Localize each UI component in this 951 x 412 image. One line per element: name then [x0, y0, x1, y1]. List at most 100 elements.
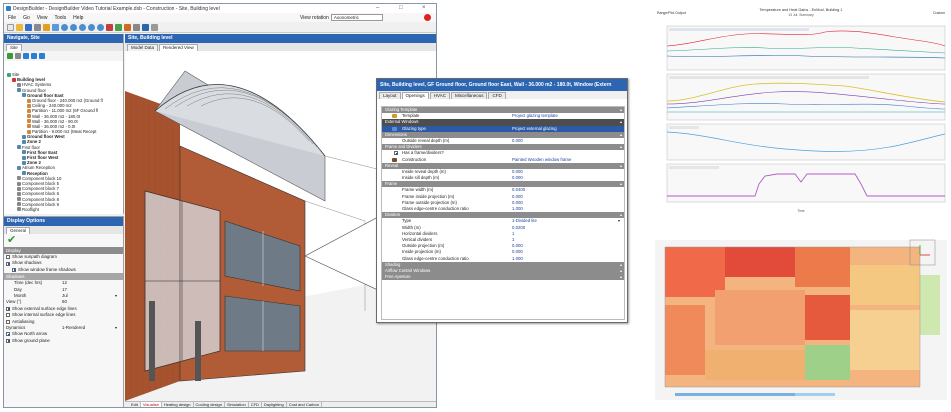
dynamics-dropdown-icon[interactable]: ▾ — [115, 325, 117, 331]
sunpath-checkbox[interactable] — [6, 255, 10, 260]
tree-node-icon — [27, 124, 31, 129]
apply-check-icon[interactable]: ✔ — [4, 234, 123, 247]
remove-icon[interactable] — [15, 53, 21, 59]
bottom-tab[interactable]: Daylighting — [262, 402, 287, 407]
tree-node-icon — [17, 186, 21, 191]
results-panel-temperature — [666, 25, 946, 71]
pencil-icon[interactable] — [43, 23, 50, 31]
select-icon[interactable] — [52, 23, 59, 31]
component-icon[interactable] — [133, 23, 140, 31]
shadows-checkbox[interactable] — [6, 261, 10, 266]
dialog-tab[interactable]: CFD — [488, 92, 506, 99]
floor-plan-heatmap — [655, 235, 947, 410]
designbuilder-window: DesignBuilder - DesignBuilder Video Tuto… — [3, 3, 437, 408]
option-dynamics[interactable]: Dynamics 1-Rendered ▾ — [4, 325, 123, 331]
tab-rendered-view[interactable]: Rendered View — [159, 44, 198, 51]
tree-node-icon — [22, 134, 26, 139]
dialog-tab[interactable]: Layout — [379, 92, 401, 99]
view-angle-value[interactable]: 60 — [62, 299, 67, 305]
main-view-title: Site, Building level — [125, 34, 436, 43]
property-icon — [392, 126, 397, 131]
zoom-out-icon[interactable] — [70, 23, 77, 31]
menu-view[interactable]: View — [37, 15, 48, 21]
menu-go[interactable]: Go — [23, 15, 30, 21]
shadows-subheader[interactable]: Shadows — [4, 273, 123, 281]
menu-file[interactable]: File — [8, 15, 16, 21]
app-logo-icon — [6, 6, 11, 11]
tree-node-icon — [17, 82, 21, 87]
ground-plane-label: Show ground plane — [12, 337, 50, 343]
refresh-icon[interactable] — [39, 53, 45, 59]
navigation-pane: Navigate, Site Site Site Building level HV… — [4, 34, 124, 214]
tree-node-icon — [17, 197, 21, 202]
view-rotation-select[interactable]: Axonometric — [330, 14, 383, 21]
save-icon[interactable] — [25, 23, 32, 31]
maximize-button[interactable]: □ — [399, 5, 403, 11]
option-ground-plane[interactable]: Show ground plane — [4, 338, 123, 344]
dialog-body: Glazing TemplateTemplateProject glazing … — [381, 106, 625, 320]
orbit-icon[interactable] — [88, 23, 95, 31]
frame-dividers-checkbox[interactable] — [394, 151, 398, 156]
tree-node[interactable]: Rooflight — [4, 207, 124, 212]
dialog-tab[interactable]: Openings — [401, 92, 429, 99]
bottom-tab[interactable]: CFD — [249, 402, 262, 407]
bottom-tab[interactable]: Edit — [129, 402, 141, 407]
main-toolbar — [4, 22, 436, 33]
display-options-panel: Display Options General ✔ Display Show s… — [4, 216, 124, 407]
simulation-results-chart: Range/Plot Output Temperature and Heat G… — [655, 6, 947, 216]
results-x-label: Time — [797, 209, 804, 213]
bottom-tab[interactable]: Heating design — [162, 402, 194, 407]
help-lifebuoy-icon[interactable] — [424, 14, 431, 21]
view-angle-label: View (°) — [6, 299, 22, 305]
title-bar: DesignBuilder - DesignBuilder Video Tuto… — [4, 4, 436, 13]
measure-icon[interactable] — [115, 23, 122, 31]
open-folder-icon[interactable] — [16, 23, 23, 31]
tree-node-icon — [17, 191, 21, 196]
bottom-tab[interactable]: Cost and Carbon — [287, 402, 322, 407]
tree-node-icon — [22, 93, 26, 98]
dynamics-value[interactable]: 1-Rendered — [62, 325, 85, 331]
internal-edges-checkbox[interactable] — [6, 313, 10, 318]
dialog-tab[interactable]: HVAC — [429, 92, 450, 99]
property-icon — [392, 157, 397, 162]
tab-model-data[interactable]: Model Data — [127, 44, 159, 51]
dialog-section-header[interactable]: Free Aperture — [382, 274, 624, 280]
export-icon[interactable] — [142, 23, 149, 31]
tree-node-icon — [27, 129, 31, 134]
tree-node-icon — [22, 155, 26, 160]
print-icon[interactable] — [34, 23, 41, 31]
dialog-tab[interactable]: Miscellaneous — [450, 92, 488, 99]
back-arrow-icon[interactable] — [23, 53, 29, 59]
tab-site[interactable]: Site — [6, 44, 22, 51]
antialiasing-checkbox[interactable] — [6, 319, 10, 324]
settings-icon[interactable] — [151, 23, 158, 31]
close-button[interactable]: × — [422, 5, 426, 11]
tree-node-icon — [27, 108, 31, 113]
tree-node-icon — [17, 207, 21, 212]
zoom-extent-icon[interactable] — [79, 23, 86, 31]
add-icon[interactable] — [7, 53, 13, 59]
display-group-header[interactable]: Display — [4, 247, 123, 254]
tab-general[interactable]: General — [6, 227, 31, 234]
menu-tools[interactable]: Tools — [54, 15, 66, 21]
results-panel-comfort — [666, 123, 946, 161]
option-view-angle[interactable]: View (°) 60 — [4, 299, 123, 305]
bottom-tab[interactable]: Cooling design — [194, 402, 225, 407]
view-rotation-control: View rotation Axonometric — [300, 14, 383, 21]
menu-help[interactable]: Help — [73, 15, 83, 21]
bottom-tab[interactable]: Simulation — [225, 402, 249, 407]
new-file-icon[interactable] — [7, 23, 14, 31]
zoom-in-icon[interactable] — [61, 23, 68, 31]
paint-icon[interactable] — [124, 23, 131, 31]
results-left-label: Range/Plot Output — [657, 11, 686, 15]
fly-icon[interactable] — [106, 23, 113, 31]
bottom-tab[interactable]: Visualise — [140, 402, 162, 407]
minimize-button[interactable]: – — [376, 5, 379, 11]
forward-arrow-icon[interactable] — [31, 53, 37, 59]
north-arrow-checkbox[interactable] — [6, 332, 10, 337]
window-frame-shadows-checkbox[interactable] — [12, 267, 16, 272]
external-edges-checkbox[interactable] — [6, 306, 10, 311]
tree-node-icon — [27, 114, 31, 119]
ground-plane-checkbox[interactable] — [6, 338, 10, 343]
pan-icon[interactable] — [97, 23, 104, 31]
